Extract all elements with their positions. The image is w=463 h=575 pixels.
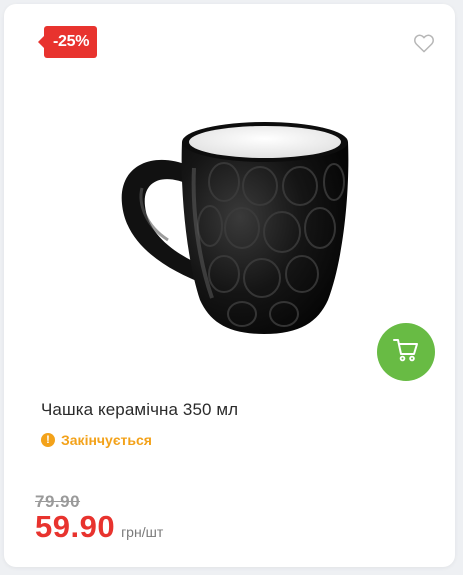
product-image[interactable]: [112, 108, 362, 344]
cart-icon: [393, 338, 419, 367]
discount-badge: -25%: [37, 26, 98, 58]
price-unit: грн/шт: [121, 524, 164, 540]
stock-status: ! Закінчується: [41, 432, 152, 448]
heart-icon[interactable]: [413, 33, 435, 53]
current-price: 59.90 грн/шт: [35, 509, 163, 545]
product-title[interactable]: Чашка керамічна 350 мл: [41, 400, 238, 420]
warning-icon: !: [41, 433, 55, 447]
stock-status-text: Закінчується: [61, 432, 152, 448]
add-to-cart-button[interactable]: [377, 323, 435, 381]
product-card[interactable]: -25% Чашка керамічна 350 мл ! Закінчуєть…: [4, 4, 455, 567]
price-value: 59.90: [35, 509, 116, 544]
